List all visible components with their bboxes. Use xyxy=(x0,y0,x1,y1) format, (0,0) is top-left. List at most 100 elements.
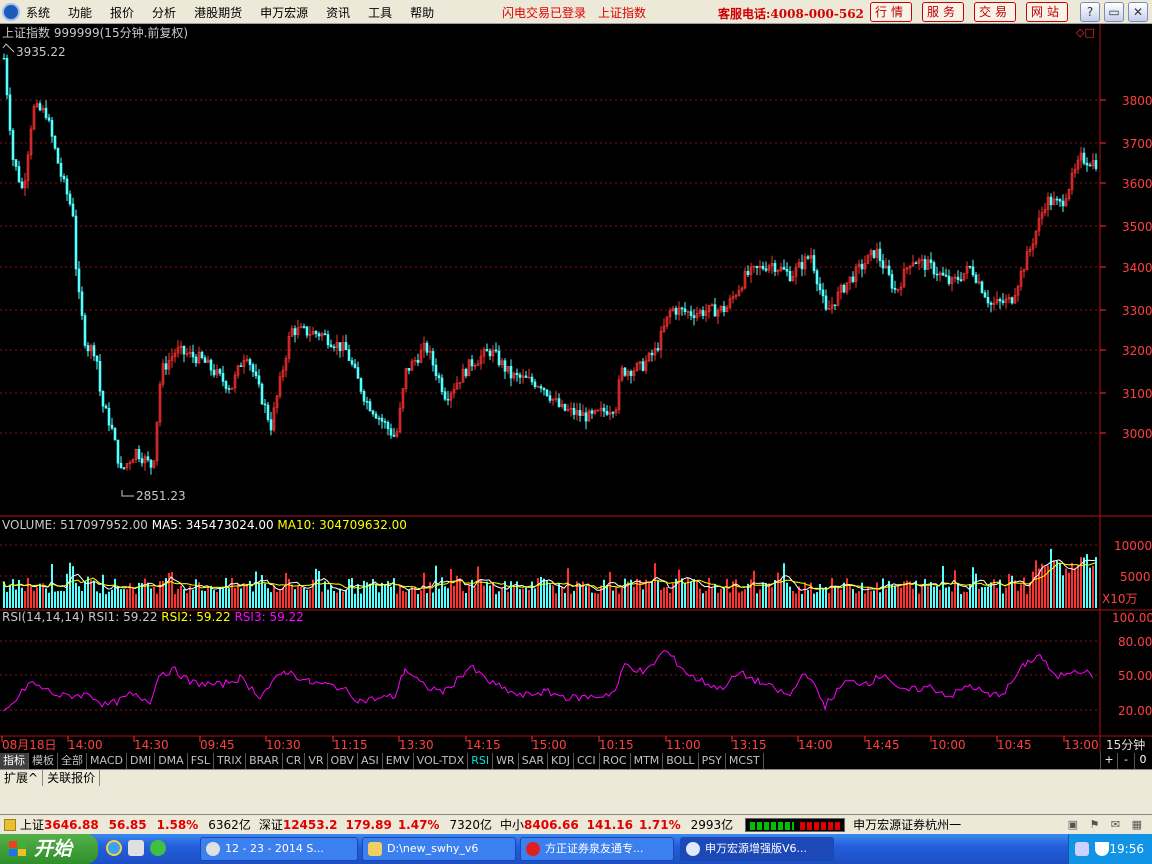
taskbar-task-browser[interactable]: 12 - 23 - 2014 S... xyxy=(200,837,358,861)
indicator-tab-vol-tdx[interactable]: VOL-TDX xyxy=(414,753,469,769)
folder-icon xyxy=(368,842,382,856)
indicator-tab-emv[interactable]: EMV xyxy=(383,753,414,769)
indicator-tab-全部[interactable]: 全部 xyxy=(58,753,87,769)
indicator-tab-指标[interactable]: 指标 xyxy=(0,753,29,769)
indicator-tab-fsl[interactable]: FSL xyxy=(188,753,214,769)
market-button[interactable]: 行情 xyxy=(870,2,912,22)
menu-item-swhy[interactable]: 申万宏源 xyxy=(260,4,308,21)
price-tick: 3000 xyxy=(1122,427,1152,441)
indicator-tab-sar[interactable]: SAR xyxy=(519,753,549,769)
volume-ma5: MA5: 345473024.00 xyxy=(151,518,274,532)
ie-icon[interactable] xyxy=(106,840,122,856)
menu-bar: 系统 功能 报价 分析 港股期货 申万宏源 资讯 工具 帮助 闪电交易已登录 上… xyxy=(0,0,1152,24)
restore-icon[interactable]: ▭ xyxy=(1104,2,1124,22)
indicator-tab-roc[interactable]: ROC xyxy=(600,753,631,769)
price-tick: 3700 xyxy=(1122,137,1152,151)
breadth-up-bars xyxy=(800,821,843,830)
alert-icon[interactable] xyxy=(4,818,16,831)
indicator-tab-obv[interactable]: OBV xyxy=(328,753,358,769)
time-tick: 11:00 xyxy=(666,738,701,752)
price-tick: 3500 xyxy=(1122,220,1152,234)
volume-value: VOLUME: 517097952.00 xyxy=(2,518,148,532)
menu-item-info[interactable]: 资讯 xyxy=(326,4,350,21)
indicator-tab-mcst[interactable]: MCST xyxy=(726,753,764,769)
sz-index-name[interactable]: 深证 xyxy=(259,816,283,833)
indicator-tab-asi[interactable]: ASI xyxy=(358,753,383,769)
zoom-in-button[interactable]: + xyxy=(1100,753,1117,769)
sh-index-name[interactable]: 上证 xyxy=(20,816,44,833)
market-breadth-bar xyxy=(745,817,846,832)
indicator-tab-cr[interactable]: CR xyxy=(283,753,306,769)
time-tick: 10:45 xyxy=(997,738,1032,752)
desktop-icon[interactable] xyxy=(128,840,144,856)
kline-chart-svg[interactable]: ◇□ xyxy=(0,24,1152,768)
taskbar-task-folder[interactable]: D:\new_swhy_v6 xyxy=(362,837,516,861)
price-tick: 3300 xyxy=(1122,304,1152,318)
menu-item-hk-futures[interactable]: 港股期货 xyxy=(194,4,242,21)
menu-item-analysis[interactable]: 分析 xyxy=(152,4,176,21)
rsi-tick: 50.00 xyxy=(1118,669,1152,683)
indicator-tab-cci[interactable]: CCI xyxy=(574,753,600,769)
indicator-tab-kdj[interactable]: KDJ xyxy=(548,753,574,769)
sh-index-pct: 1.58% xyxy=(156,817,199,832)
service-button[interactable]: 服务 xyxy=(922,2,964,22)
rsi-name: RSI(14,14,14) xyxy=(2,610,85,624)
reset-button[interactable]: 0 xyxy=(1134,753,1151,769)
current-symbol-name: 上证指数 xyxy=(598,6,647,20)
start-button[interactable]: 开始 xyxy=(0,834,98,864)
tab-expand[interactable]: 扩展^ xyxy=(0,770,44,786)
tray-app-icon[interactable] xyxy=(1075,842,1089,856)
indicator-tab-psy[interactable]: PSY xyxy=(699,753,726,769)
taskbar-task-swhy[interactable]: 申万宏源增强版V6... xyxy=(680,837,834,861)
price-tick: 3200 xyxy=(1122,344,1152,358)
rsi-tick: 80.00 xyxy=(1118,635,1152,649)
app-logo-icon[interactable] xyxy=(2,3,20,21)
time-tick: 14:00 xyxy=(798,738,833,752)
indicator-tab-wr[interactable]: WR xyxy=(493,753,519,769)
help-icon[interactable]: ? xyxy=(1080,2,1100,22)
menu-item-quote[interactable]: 报价 xyxy=(110,4,134,21)
trade-button[interactable]: 交易 xyxy=(974,2,1016,22)
menu-item-system[interactable]: 系统 xyxy=(26,4,50,21)
menu-item-tools[interactable]: 工具 xyxy=(368,4,392,21)
close-icon[interactable]: ✕ xyxy=(1128,2,1148,22)
period-label[interactable]: 15分钟 xyxy=(1106,738,1145,752)
volume-unit: X10万 xyxy=(1102,592,1138,606)
indicator-tab-rsi[interactable]: RSI xyxy=(468,753,494,769)
menu-item-function[interactable]: 功能 xyxy=(68,4,92,21)
sz-index-pct: 1.47% xyxy=(397,817,440,832)
shield-icon[interactable] xyxy=(1095,842,1109,856)
price-tick: 3800 xyxy=(1122,94,1152,108)
swhy-icon xyxy=(686,842,700,856)
zx-index-value: 8406.66 xyxy=(524,817,579,832)
indicator-tab-vr[interactable]: VR xyxy=(305,753,328,769)
indicator-tab-macd[interactable]: MACD xyxy=(87,753,127,769)
zx-index-name[interactable]: 中小 xyxy=(500,816,524,833)
zx-index-pct: 1.71% xyxy=(638,817,681,832)
media-icon[interactable] xyxy=(150,840,166,856)
indicator-tab-模板[interactable]: 模板 xyxy=(29,753,58,769)
indicator-tab-dmi[interactable]: DMI xyxy=(127,753,156,769)
sh-index-value: 3646.88 xyxy=(44,817,99,832)
indicator-tab-mtm[interactable]: MTM xyxy=(631,753,664,769)
menu-item-help[interactable]: 帮助 xyxy=(410,4,434,21)
sz-index-amount: 7320亿 xyxy=(449,818,492,832)
zoom-out-button[interactable]: - xyxy=(1117,753,1134,769)
price-tick: 3600 xyxy=(1122,177,1152,191)
indicator-tab-boll[interactable]: BOLL xyxy=(663,753,699,769)
taskbar-task-fangzheng[interactable]: 方正证券泉友通专... xyxy=(520,837,674,861)
indicator-tab-dma[interactable]: DMA xyxy=(155,753,188,769)
tab-related-quote[interactable]: 关联报价 xyxy=(43,770,101,786)
kline-chart-area[interactable]: ◇□ 上证指数 999999(15分钟.前复权) 3935.22 2851.23… xyxy=(0,24,1152,768)
status-tray-icons[interactable]: ▣ ⚑ ✉ ▦ xyxy=(1068,818,1146,831)
time-tick: 15:00 xyxy=(532,738,567,752)
indicator-tab-brar[interactable]: BRAR xyxy=(246,753,284,769)
indicator-tab-trix[interactable]: TRIX xyxy=(214,753,247,769)
website-button[interactable]: 网站 xyxy=(1026,2,1068,22)
chart-title: 上证指数 999999(15分钟.前复权) xyxy=(2,26,189,40)
quick-launch xyxy=(106,840,176,858)
sh-index-amount: 6362亿 xyxy=(208,818,251,832)
clock[interactable]: 19:56 xyxy=(1109,842,1144,856)
zx-index-change: 141.16 xyxy=(586,817,633,832)
info-panel xyxy=(0,786,1152,814)
